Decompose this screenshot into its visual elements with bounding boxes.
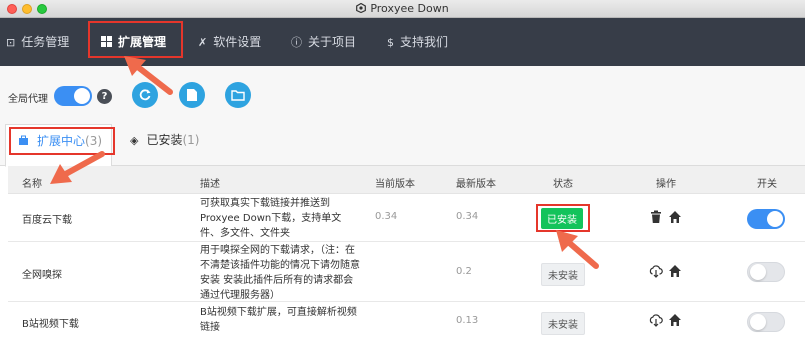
table-row: 全网嗅探 用于嗅探全网的下载请求，（注：在不清楚该插件功能的情况下请勿随意安装 … [8,242,805,302]
tab-installed[interactable]: ◈ 已安装(1) [118,124,199,157]
tools-icon: ✗ [198,36,208,49]
windows-icon [101,19,112,67]
table-row: B站视频下载 B站视频下载扩展，可直接解析视频链接 0.13 未安装 [8,302,805,341]
status-badge: 未安装 [541,263,585,286]
extension-tabs: 扩展中心(3) ◈ 已安装(1) [0,124,805,167]
current-version: 0.34 [375,211,398,222]
header-name: 名称 [22,179,42,190]
refresh-icon [139,89,151,101]
extension-description: 可获取真实下载链接并推送到Proxyee Down下载，支持单文件、多文件、文件… [200,198,342,239]
home-icon[interactable] [668,210,682,224]
global-proxy-label: 全局代理 [8,94,48,105]
status-badge: 已安装 [541,208,583,229]
window-title: Proxyee Down [0,2,805,15]
trash-icon[interactable] [649,210,663,224]
nav-item-tasks[interactable]: ⊡ 任务管理 [6,18,69,66]
refresh-button[interactable] [132,82,158,108]
nav-item-extensions[interactable]: 扩展管理 [101,18,166,66]
cloud-download-icon[interactable] [649,313,663,327]
app-logo-icon [356,3,367,13]
latest-version: 0.2 [456,266,472,277]
tab-extension-center[interactable]: 扩展中心(3) [5,124,112,167]
toggle-knob [74,88,90,104]
header-current-version: 当前版本 [375,179,415,190]
info-icon: ⓘ [291,36,302,49]
layers-icon: ◈ [130,134,139,147]
global-proxy-toggle[interactable] [54,86,92,106]
extension-description: B站视频下载扩展，可直接解析视频链接 [200,307,357,333]
extension-name: 全网嗅探 [22,270,62,281]
status-badge: 未安装 [541,312,585,335]
home-icon[interactable] [668,264,682,278]
extension-enable-toggle[interactable] [747,262,785,282]
home-icon[interactable] [668,313,682,327]
extension-name: B站视频下载 [22,319,79,330]
store-icon [19,135,28,145]
window-titlebar: Proxyee Down [0,0,805,18]
table-header: 名称 描述 当前版本 最新版本 状态 操作 开关 [8,166,805,194]
extension-enable-toggle[interactable] [747,312,785,332]
cloud-download-icon[interactable] [649,264,663,278]
nav-item-about[interactable]: ⓘ 关于项目 [291,18,356,66]
open-folder-button[interactable] [225,82,251,108]
extension-name: 百度云下载 [22,215,72,226]
header-latest-version: 最新版本 [456,179,496,190]
latest-version: 0.13 [456,315,479,326]
extension-toolbar: 全局代理 ? [0,66,805,124]
toggle-knob [767,211,783,227]
extension-description: 用于嗅探全网的下载请求，（注：在不清楚该插件功能的情况下请勿随意安装 安装此插件… [200,245,360,301]
latest-version: 0.34 [456,211,479,222]
dollar-icon: $ [387,36,394,49]
extension-enable-toggle[interactable] [747,209,785,229]
header-switch: 开关 [757,179,777,190]
help-icon[interactable]: ? [97,89,112,104]
header-status: 状态 [553,179,573,190]
toggle-knob [750,314,766,330]
nav-item-settings[interactable]: ✗ 软件设置 [198,18,261,66]
nav-item-support[interactable]: $ 支持我们 [387,18,448,66]
download-square-icon: ⊡ [6,36,16,49]
document-icon [187,89,197,101]
document-button[interactable] [179,82,205,108]
table-row: 百度云下载 可获取真实下载链接并推送到Proxyee Down下载，支持单文件、… [8,194,805,242]
top-navbar: ⊡ 任务管理 扩展管理 ✗ 软件设置 ⓘ 关于项目 $ 支持我们 [0,18,805,66]
toggle-knob [750,264,766,280]
header-description: 描述 [200,179,220,190]
header-actions: 操作 [656,179,676,190]
folder-icon [231,90,245,101]
